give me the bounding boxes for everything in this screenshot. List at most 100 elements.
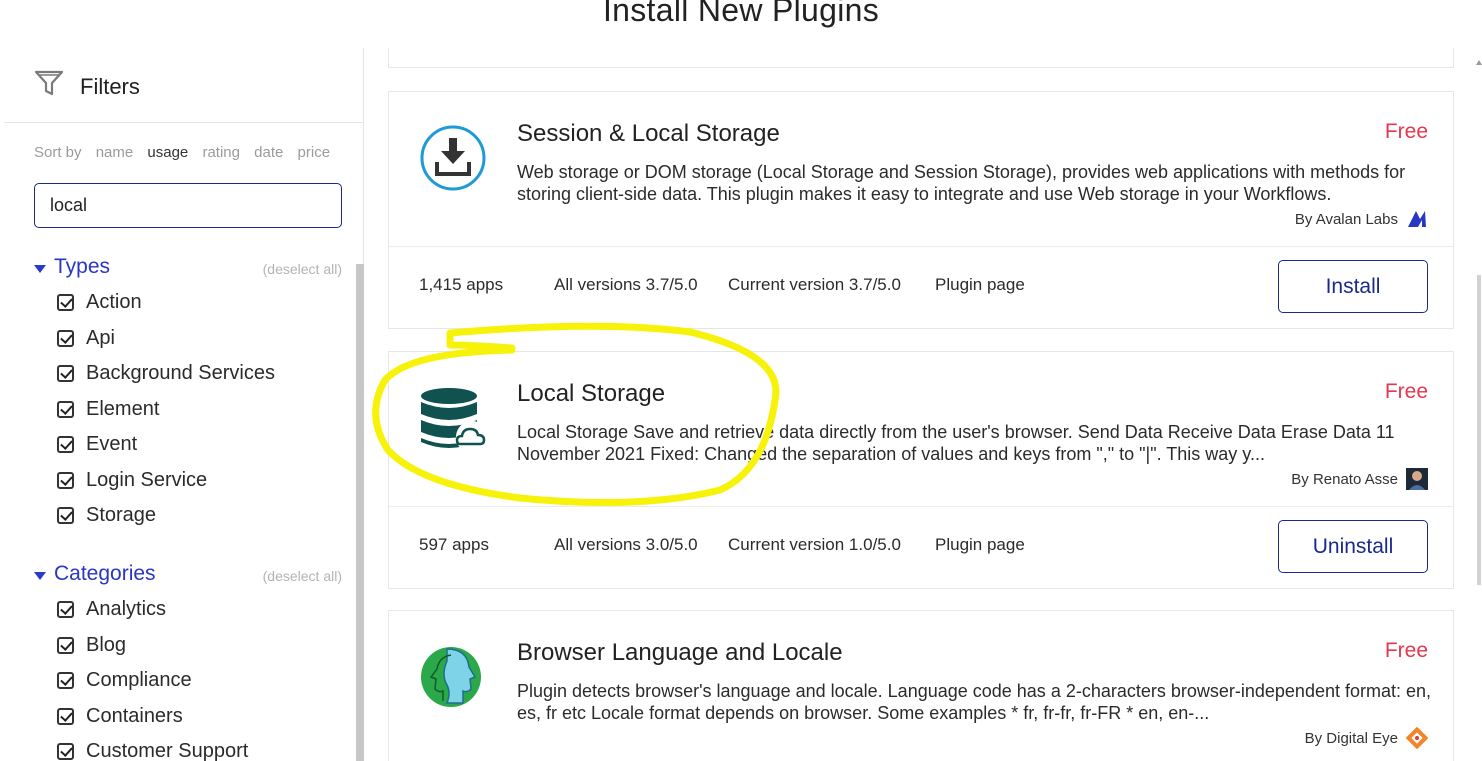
checkbox-checked-icon[interactable] — [57, 636, 74, 654]
categories-deselect-all[interactable]: (deselect all) — [263, 568, 342, 584]
plugin-card-body[interactable]: Browser Language and Locale Free Plugin … — [389, 611, 1453, 761]
sort-row: Sort by name usage rating date price — [34, 144, 340, 161]
collapse-caret-icon[interactable] — [34, 265, 46, 273]
plugin-price: Free — [1384, 120, 1428, 143]
checkbox-checked-icon[interactable] — [57, 365, 74, 383]
author-avatar — [1406, 468, 1428, 490]
checkbox-checked-icon[interactable] — [57, 294, 74, 312]
collapse-caret-icon[interactable] — [34, 572, 46, 580]
sort-option-rating[interactable]: rating — [202, 144, 240, 161]
database-cloud-icon — [421, 388, 488, 453]
digital-eye-logo-icon — [1406, 727, 1428, 749]
plugin-current-version-rating: Current version 1.0/5.0 — [728, 535, 901, 554]
option-label: Storage — [86, 504, 157, 527]
option-label: Action — [86, 291, 142, 314]
category-option-customer-support[interactable]: Customer Support — [32, 734, 342, 761]
checkbox-checked-icon[interactable] — [57, 672, 74, 690]
category-option-blog[interactable]: Blog — [32, 628, 342, 664]
type-option-background-services[interactable]: Background Services — [32, 356, 342, 392]
filters-scroll-area[interactable]: Sort by name usage rating date price Typ… — [4, 124, 364, 761]
plugin-all-versions-rating: All versions 3.7/5.0 — [554, 275, 698, 294]
plugin-author: By Avalan Labs — [1295, 208, 1428, 230]
sort-option-usage[interactable]: usage — [147, 144, 188, 161]
plugin-title[interactable]: Local Storage — [517, 380, 665, 408]
checkbox-checked-icon[interactable] — [57, 471, 74, 489]
option-label: Compliance — [86, 669, 192, 692]
plugin-description: Local Storage Save and retrieve data dir… — [517, 422, 1395, 464]
install-button[interactable]: Install — [1278, 260, 1428, 313]
plugin-card-browser-language-locale: Browser Language and Locale Free Plugin … — [388, 610, 1454, 761]
uninstall-button[interactable]: Uninstall — [1278, 520, 1428, 573]
option-label: Background Services — [86, 362, 275, 385]
categories-title[interactable]: Categories — [54, 562, 156, 586]
plugin-author: By Digital Eye — [1305, 727, 1428, 749]
checkbox-checked-icon[interactable] — [57, 400, 74, 418]
type-option-api[interactable]: Api — [32, 321, 342, 357]
category-option-containers[interactable]: Containers — [32, 699, 342, 735]
plugin-app-count: 597 apps — [419, 535, 489, 554]
plugin-description: Plugin detects browser's language and lo… — [517, 681, 1432, 723]
option-label: Analytics — [86, 598, 167, 621]
option-label: Event — [86, 433, 138, 456]
plugin-description: Web storage or DOM storage (Local Storag… — [517, 162, 1406, 204]
plugin-title[interactable]: Browser Language and Locale — [517, 639, 843, 667]
sort-label: Sort by — [34, 144, 82, 161]
plugin-card-body[interactable]: Session & Local Storage Free Web storage… — [389, 92, 1453, 246]
option-label: Login Service — [86, 468, 208, 491]
plugin-price: Free — [1384, 639, 1428, 662]
page-title: Install New Plugins — [602, 0, 880, 28]
plugin-card-body[interactable]: Local Storage Free Local Storage Save an… — [389, 352, 1453, 506]
main-scrollbar[interactable] — [1476, 60, 1482, 585]
option-label: Api — [86, 326, 115, 349]
checkbox-checked-icon[interactable] — [57, 601, 74, 619]
filters-header: Filters — [4, 48, 364, 123]
option-label: Customer Support — [86, 740, 249, 761]
type-option-login-service[interactable]: Login Service — [32, 463, 342, 499]
plugin-app-count: 1,415 apps — [419, 275, 504, 294]
checkbox-checked-icon[interactable] — [57, 743, 74, 761]
option-label: Element — [86, 397, 160, 420]
checkbox-checked-icon[interactable] — [57, 436, 74, 454]
filters-sidebar: Filters Sort by name usage rating date p… — [4, 48, 364, 761]
faces-icon — [421, 647, 481, 707]
plugin-price: Free — [1384, 380, 1428, 403]
checkbox-checked-icon[interactable] — [57, 507, 74, 525]
plugin-list: Session & Local Storage Free Web storage… — [364, 48, 1482, 761]
plugin-card-local-storage: Local Storage Free Local Storage Save an… — [388, 351, 1454, 589]
types-title[interactable]: Types — [54, 255, 110, 279]
categories-header[interactable]: Categories (deselect all) — [32, 562, 342, 592]
type-option-element[interactable]: Element — [32, 392, 342, 428]
type-option-storage[interactable]: Storage — [32, 498, 342, 534]
avalan-labs-logo-icon — [1408, 211, 1426, 227]
sort-option-date[interactable]: date — [254, 144, 283, 161]
author-name: By Digital Eye — [1304, 729, 1398, 747]
sidebar-scrollbar[interactable] — [356, 124, 364, 761]
category-option-analytics[interactable]: Analytics — [32, 592, 342, 628]
category-option-compliance[interactable]: Compliance — [32, 663, 342, 699]
checkbox-checked-icon[interactable] — [57, 707, 74, 725]
filters-title: Filters — [80, 74, 140, 99]
plugin-page-link[interactable]: Plugin page — [935, 275, 1025, 295]
plugin-author: By Renato Asse — [1291, 468, 1428, 490]
type-option-action[interactable]: Action — [32, 285, 342, 321]
plugin-card-footer: 1,415 apps All versions 3.7/5.0 Current … — [389, 246, 1453, 328]
types-deselect-all[interactable]: (deselect all) — [263, 261, 342, 277]
types-header[interactable]: Types (deselect all) — [32, 255, 342, 285]
download-icon — [420, 125, 486, 191]
sort-option-price[interactable]: price — [298, 144, 331, 161]
plugin-title[interactable]: Session & Local Storage — [517, 120, 780, 148]
type-option-event[interactable]: Event — [32, 427, 342, 463]
main-scrollbar-thumb[interactable] — [1477, 275, 1481, 585]
plugin-card-session-local-storage: Session & Local Storage Free Web storage… — [388, 91, 1454, 329]
sort-option-name[interactable]: name — [96, 144, 134, 161]
checkbox-checked-icon[interactable] — [57, 329, 74, 347]
plugin-current-version-rating: Current version 3.7/5.0 — [728, 275, 901, 294]
filter-funnel-icon — [34, 70, 64, 96]
author-name: By Renato Asse — [1291, 470, 1398, 488]
sidebar-scrollbar-thumb[interactable] — [356, 264, 364, 761]
option-label: Containers — [86, 704, 183, 727]
types-section: Types (deselect all) Action Api Backgrou… — [32, 255, 342, 534]
plugin-page-link[interactable]: Plugin page — [935, 535, 1025, 555]
plugin-search-input[interactable] — [34, 183, 342, 228]
scroll-up-arrow-icon[interactable] — [1476, 60, 1482, 65]
